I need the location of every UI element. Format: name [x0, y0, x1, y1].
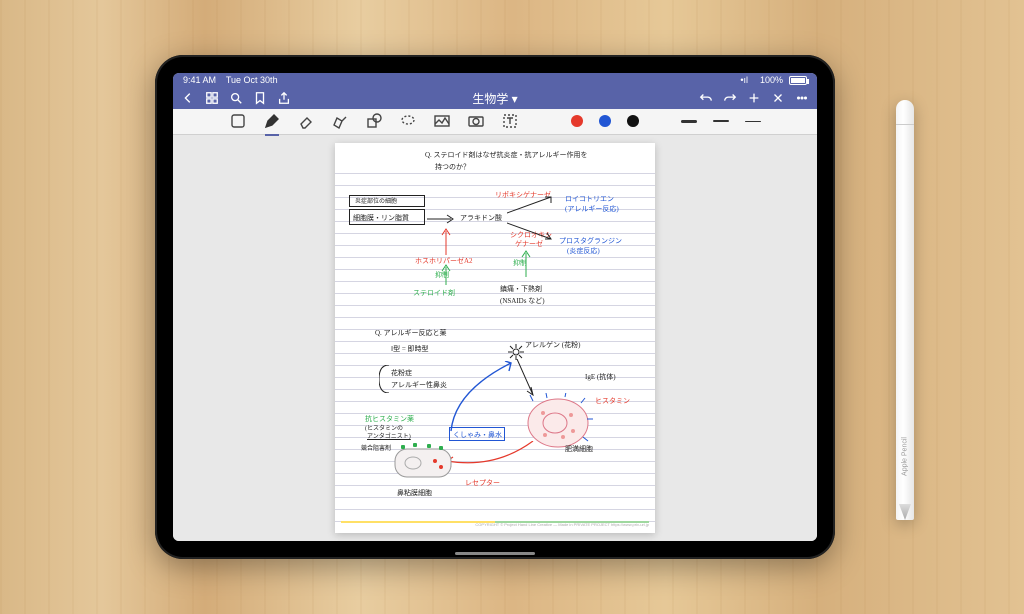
ipad-frame: 9:41 AM Tue Oct 30th •ıl 100%	[155, 55, 835, 559]
footer-text: COPYRIGHT © Project Hand Line Creative —…	[475, 519, 649, 531]
status-time: 9:41 AM	[183, 75, 216, 85]
note-nasal: 鼻粘膜細胞	[397, 487, 432, 499]
back-icon[interactable]	[181, 91, 195, 105]
note-ige: IgE (抗体)	[585, 371, 616, 383]
battery-percent: 100%	[760, 75, 783, 85]
tool-pen[interactable]	[263, 112, 281, 130]
status-bar: 9:41 AM Tue Oct 30th •ıl 100%	[173, 73, 817, 88]
tool-shapes[interactable]	[365, 112, 383, 130]
stroke-medium[interactable]	[713, 120, 729, 122]
note-leukotriene2: (アレルギー反応)	[565, 203, 619, 215]
note-q1-line1: Q. ステロイド剤はなぜ抗炎症・抗アレルギー作用を	[425, 149, 588, 161]
note-nsaid2: (NSAIDs など)	[500, 295, 545, 307]
bracket	[379, 365, 391, 393]
note-page[interactable]: Q. ステロイド剤はなぜ抗炎症・抗アレルギー作用を 持つのか？ 炎症部位の細胞 …	[335, 143, 655, 533]
tool-default[interactable]	[229, 112, 247, 130]
note-nsaid1: 鎮痛・下熱剤	[500, 283, 542, 295]
note-receptor: レセプター	[465, 477, 500, 489]
redo-icon[interactable]	[723, 91, 737, 105]
bookmark-icon[interactable]	[253, 91, 267, 105]
close-draw-icon[interactable]	[771, 91, 785, 105]
note-box-small: 炎症部位の細胞	[355, 196, 397, 208]
pencil-label: Apple Pencil	[902, 437, 909, 476]
note-box-label: 細胞膜・リン脂質	[353, 212, 409, 224]
more-icon[interactable]	[795, 91, 809, 105]
nasal-cell-drawing	[391, 443, 455, 483]
tool-highlighter[interactable]	[331, 112, 349, 130]
apple-pencil: Apple Pencil	[896, 100, 914, 520]
search-icon[interactable]	[229, 91, 243, 105]
tool-lasso[interactable]	[399, 112, 417, 130]
nav-bar: 生物学 ▾	[173, 88, 817, 109]
tool-image[interactable]	[433, 112, 451, 130]
status-date: Tue Oct 30th	[226, 75, 278, 85]
note-arachidonic: アラキドン酸	[460, 212, 502, 224]
tool-bar	[173, 109, 817, 135]
note-competitive: 競合阻害剤	[361, 443, 391, 455]
color-black[interactable]	[627, 115, 639, 127]
note-sneeze: くしゃみ・鼻水	[453, 429, 502, 441]
battery-icon	[789, 76, 807, 85]
share-icon[interactable]	[277, 91, 291, 105]
undo-icon[interactable]	[699, 91, 713, 105]
note-mastcell: 肥満細胞	[565, 443, 593, 455]
signal-icon: •ıl	[740, 75, 748, 85]
ipad-screen: 9:41 AM Tue Oct 30th •ıl 100%	[173, 73, 817, 541]
tool-camera[interactable]	[467, 112, 485, 130]
note-q1-line2: 持つのか？	[435, 161, 470, 173]
tool-text[interactable]	[501, 112, 519, 130]
note-hayfever: 花粉症	[391, 367, 412, 379]
color-red[interactable]	[571, 115, 583, 127]
note-type1: Ⅰ型 = 即時型	[391, 343, 429, 355]
canvas-area[interactable]: Q. ステロイド剤はなぜ抗炎症・抗アレルギー作用を 持つのか？ 炎症部位の細胞 …	[173, 135, 817, 541]
note-antihist3: アンタゴニスト)	[367, 431, 411, 443]
note-q2: Q. アレルギー反応と薬	[375, 327, 447, 339]
note-prosta2: (炎症反応)	[567, 245, 600, 257]
note-rhinitis: アレルギー性鼻炎	[391, 379, 447, 391]
note-allergen: アレルゲン (花粉)	[525, 339, 580, 351]
note-histamine: ヒスタミン	[595, 395, 630, 407]
color-blue[interactable]	[599, 115, 611, 127]
stroke-thin[interactable]	[745, 121, 761, 122]
add-icon[interactable]	[747, 91, 761, 105]
note-steroid: ステロイド剤	[413, 287, 455, 299]
tool-eraser[interactable]	[297, 112, 315, 130]
document-title[interactable]: 生物学 ▾	[301, 90, 689, 107]
stroke-thick[interactable]	[681, 120, 697, 123]
grid-icon[interactable]	[205, 91, 219, 105]
